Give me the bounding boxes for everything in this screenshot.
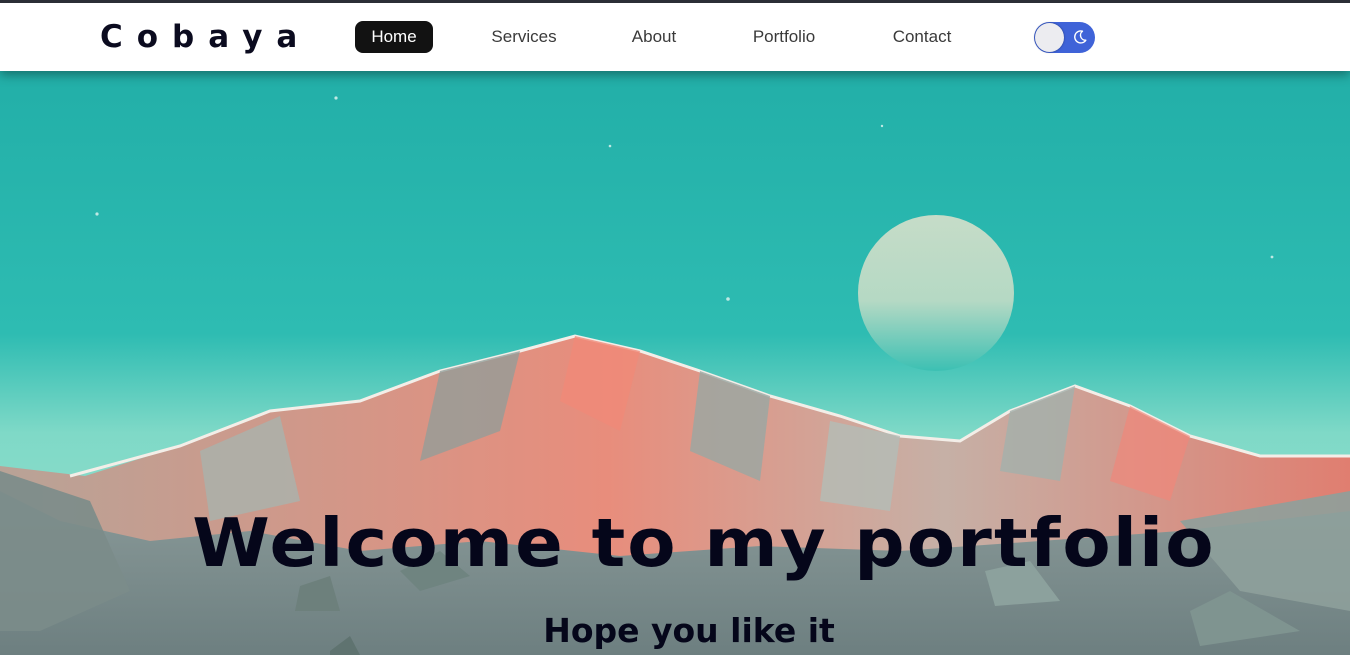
nav-services-link[interactable]: Services [478, 21, 570, 53]
nav-portfolio-link[interactable]: Portfolio [736, 21, 832, 53]
navbar: Cobaya Home Services About Portfolio Con… [0, 3, 1350, 71]
top-border-line [0, 0, 1350, 3]
moon-icon [1074, 30, 1087, 44]
dark-mode-toggle[interactable] [1034, 22, 1095, 53]
hero-subtitle: Hope you like it [543, 611, 835, 650]
nav-home-link[interactable]: Home [355, 21, 433, 53]
nav-contact-link[interactable]: Contact [874, 21, 970, 53]
hero-section: Welcome to my portfolio Hope you like it [0, 71, 1350, 655]
toggle-knob [1035, 23, 1064, 52]
nav-about-link[interactable]: About [617, 21, 691, 53]
brand-logo[interactable]: Cobaya [100, 19, 311, 55]
hero-title: Welcome to my portfolio [192, 504, 1216, 582]
